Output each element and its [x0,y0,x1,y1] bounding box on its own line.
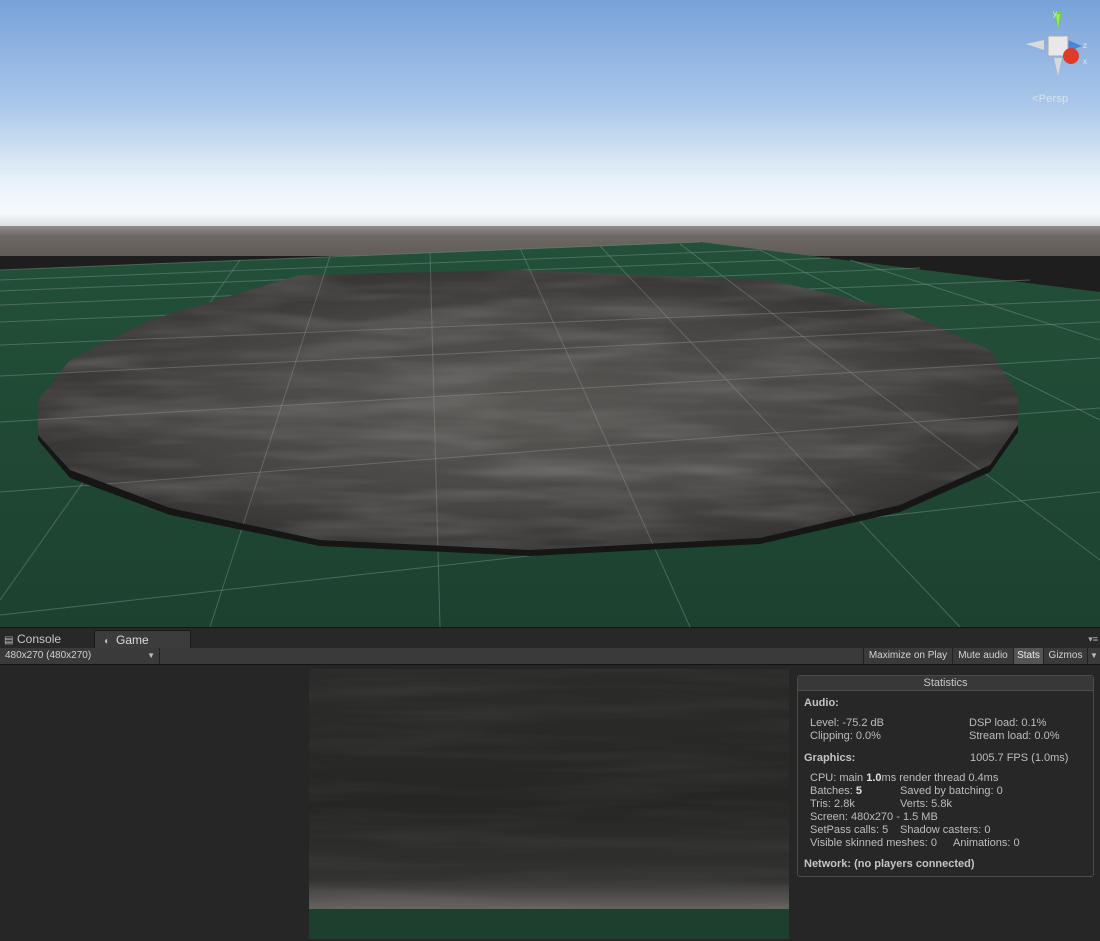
statistics-title: Statistics [798,676,1093,691]
resolution-value: 480x270 (480x270) [5,650,92,661]
batches-value: 5 [855,785,862,797]
tab-console-label: Console [17,632,62,646]
game-view[interactable]: Statistics Audio: Level: -75.2 dB DSP lo… [0,665,1100,941]
graphics-screen: Screen: 480x270 - 1.5 MB [810,811,938,823]
game-render [309,669,789,939]
dropdown-arrow-icon: ▼ [147,651,155,660]
persp-toggle[interactable]: <Persp [1032,93,1068,105]
graphics-tris: Tris: 2.8k [810,798,855,810]
graphics-cpu: CPU: main 1.0ms render thread 0.4ms [810,772,998,784]
tab-game[interactable]: ◖ Game [94,630,191,649]
scene-view[interactable]: y z x <Persp [0,0,1100,627]
mute-audio-button[interactable]: Mute audio [952,648,1013,664]
tab-bar: ▤ Console ◖ Game ▾≡ [0,627,1100,649]
persp-label: Persp [1038,93,1069,105]
scene-orientation-gizmo[interactable]: y z x [1020,6,1096,82]
resolution-dropdown[interactable]: 480x270 (480x270) ▼ [0,648,160,664]
scene-render [0,0,1100,627]
graphics-skinned-meshes: Visible skinned meshes: 0 [810,837,937,849]
network-status: Network: (no players connected) [804,858,975,870]
gizmo-icon: y z x [1026,9,1087,76]
game-camera-render [309,669,789,939]
tab-menu-icon[interactable]: ▾≡ [1088,634,1098,645]
tab-game-label: Game [116,633,149,647]
gizmos-dropdown-icon[interactable]: ▼ [1087,648,1100,664]
stats-button[interactable]: Stats [1013,648,1043,664]
tab-console[interactable]: ▤ Console [0,630,92,649]
gizmo-y-label: y [1053,9,1057,18]
audio-level: Level: -75.2 dB [810,717,884,729]
graphics-saved-by-batching: Saved by batching: 0 [900,785,1003,797]
audio-heading: Audio: [804,697,839,709]
game-toolbar: 480x270 (480x270) ▼ Maximize on Play Mut… [0,648,1100,665]
graphics-animations: Animations: 0 [953,837,1020,849]
statistics-panel: Statistics Audio: Level: -75.2 dB DSP lo… [797,675,1094,877]
gizmo-z-label: z [1083,41,1087,50]
chevron-left-icon: < [1032,93,1039,105]
gizmo-x-label: x [1083,57,1087,66]
audio-stream-load: Stream load: 0.0% [969,730,1060,742]
cpu-main-value: 1.0 [866,772,882,784]
cpu-prefix: CPU: main [810,772,867,784]
graphics-fps: 1005.7 FPS (1.0ms) [970,752,1069,764]
audio-dsp-load: DSP load: 0.1% [969,717,1047,729]
maximize-on-play-button[interactable]: Maximize on Play [863,648,952,664]
batches-prefix: Batches: [810,785,856,797]
cpu-suffix: ms render thread 0.4ms [881,772,999,784]
graphics-setpass: SetPass calls: 5 [810,824,889,836]
graphics-shadow-casters: Shadow casters: 0 [900,824,991,836]
graphics-heading: Graphics: [804,752,856,764]
graphics-batches: Batches: 5 [810,785,862,797]
audio-clipping: Clipping: 0.0% [810,730,881,742]
gizmos-button[interactable]: Gizmos [1043,648,1087,664]
graphics-verts: Verts: 5.8k [900,798,952,810]
